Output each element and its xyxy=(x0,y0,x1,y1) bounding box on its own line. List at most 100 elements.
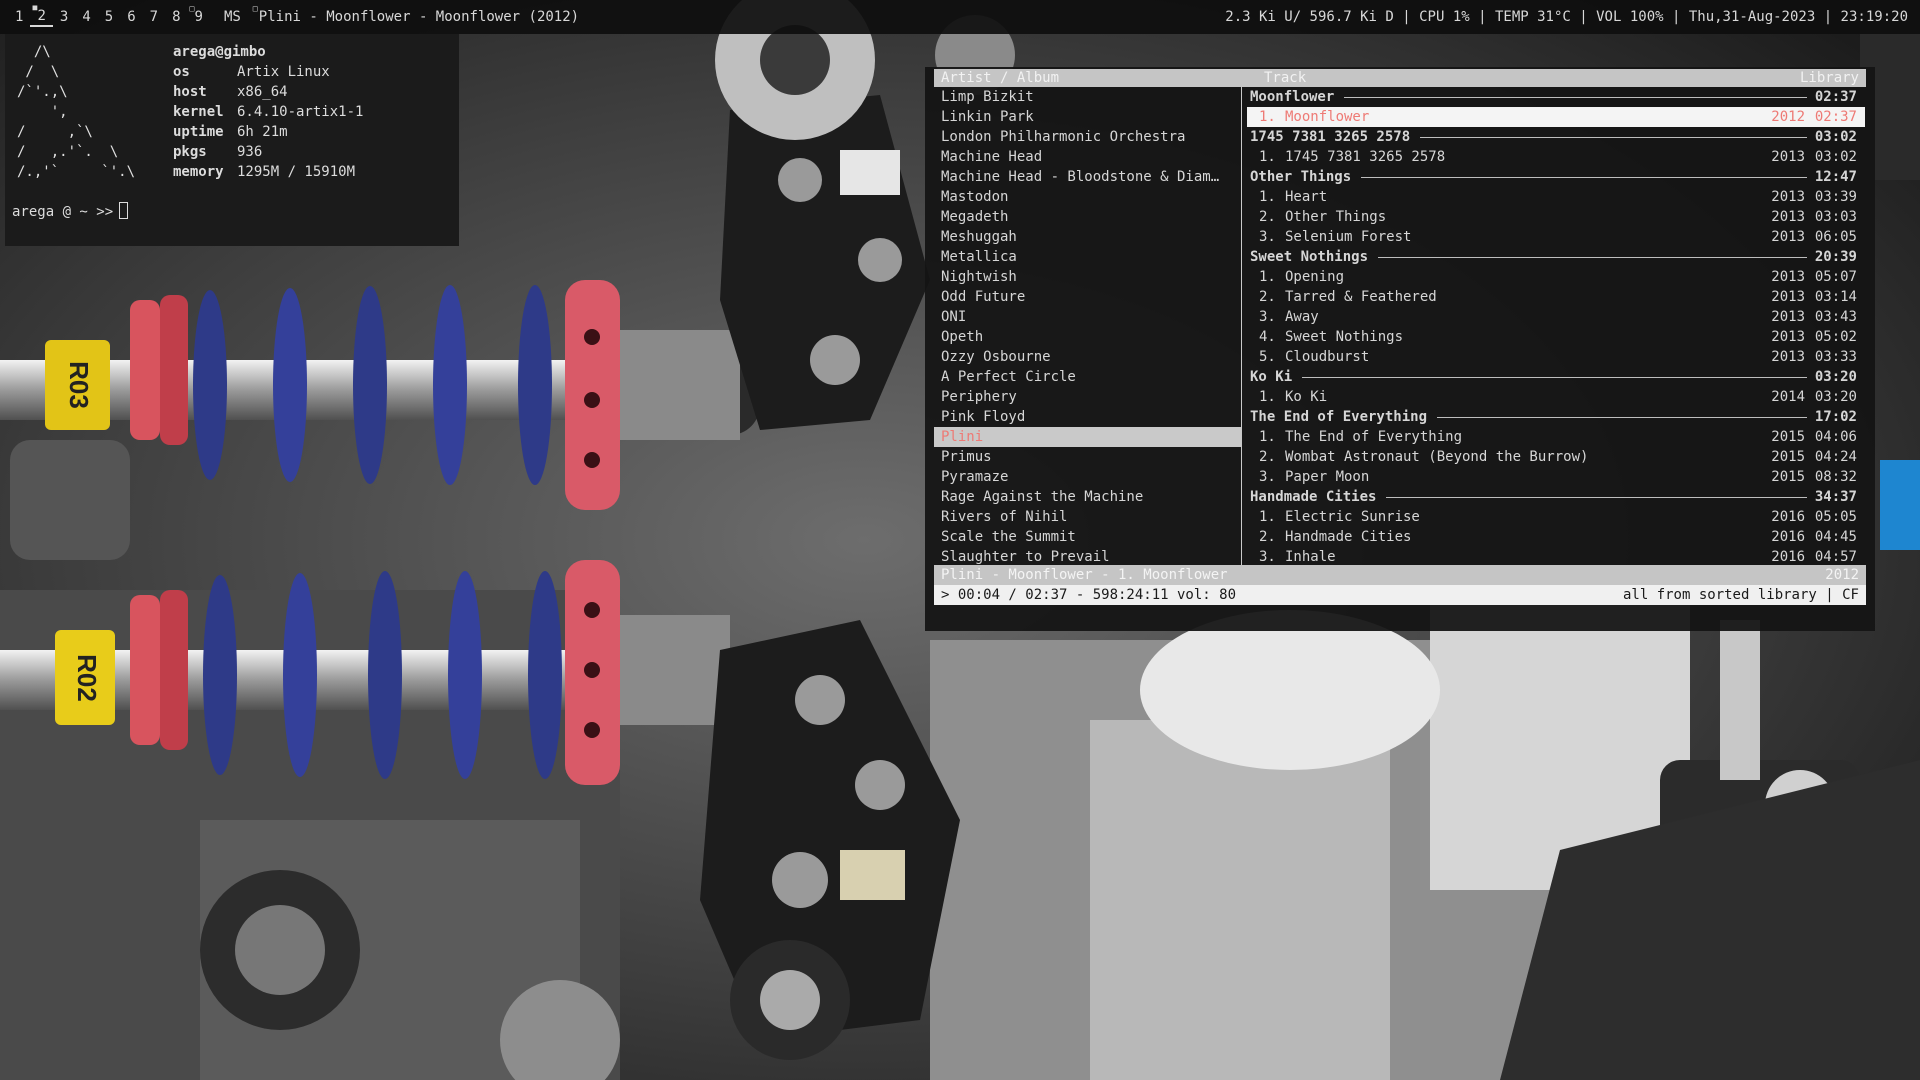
track-row[interactable]: 2. Handmade Cities 2016 04:45 xyxy=(1247,527,1865,547)
fetch-row: os Artix Linux xyxy=(173,64,330,80)
track-row[interactable]: 1. Opening 2013 05:07 xyxy=(1247,267,1865,287)
track-list[interactable]: Moonflower 02:37 1. Moonflower 2012 02:37 1745… xyxy=(1247,87,1865,567)
track-row[interactable]: 2. Wombat Astronaut (Beyond the Burrow) 20… xyxy=(1247,447,1865,467)
artist-item[interactable]: Meshuggah xyxy=(934,227,1242,247)
artist-item[interactable]: Rage Against the Machine xyxy=(934,487,1242,507)
workspace-9[interactable]: □ 9 xyxy=(188,5,210,26)
track-title: Heart xyxy=(1285,189,1328,205)
track-year: 2013 xyxy=(1771,209,1805,225)
track-year: 2012 xyxy=(1771,109,1805,125)
track-row[interactable]: 3. Paper Moon 2015 08:32 xyxy=(1247,467,1865,487)
track-year: 2016 xyxy=(1771,549,1805,565)
workspace-4[interactable]: 4 xyxy=(75,9,97,25)
track-row[interactable]: 1. Moonflower 2012 02:37 xyxy=(1247,107,1865,127)
album-duration: 03:20 xyxy=(1814,369,1857,385)
album-header-row[interactable]: Moonflower 02:37 xyxy=(1247,87,1865,107)
album-duration: 20:39 xyxy=(1814,249,1857,265)
album-header-row[interactable]: Handmade Cities 34:37 xyxy=(1247,487,1865,507)
pane-divider xyxy=(1241,87,1242,565)
workspace-5[interactable]: 5 xyxy=(98,9,120,25)
artist-item[interactable]: Odd Future xyxy=(934,287,1242,307)
track-year: 2013 xyxy=(1771,289,1805,305)
track-year: 2015 xyxy=(1771,469,1805,485)
track-row[interactable]: 5. Cloudburst 2013 03:33 xyxy=(1247,347,1865,367)
svg-text:R02: R02 xyxy=(72,654,102,702)
track-duration: 03:39 xyxy=(1814,189,1857,205)
artist-item[interactable]: Ozzy Osbourne xyxy=(934,347,1242,367)
track-row[interactable]: 1. Heart 2013 03:39 xyxy=(1247,187,1865,207)
track-row[interactable]: 1. The End of Everything 2015 04:06 xyxy=(1247,427,1865,447)
track-row[interactable]: 3. Selenium Forest 2013 06:05 xyxy=(1247,227,1865,247)
now-playing-year: 2012 xyxy=(1825,567,1859,583)
album-duration: 34:37 xyxy=(1814,489,1857,505)
album-header-row[interactable]: Sweet Nothings 20:39 xyxy=(1247,247,1865,267)
distro-ascii-logo: /\ / \ /`'.,\ ', / ,`\ / ,.'`. \ /.,'` `… xyxy=(17,44,136,180)
track-row[interactable]: 1. Electric Sunrise 2016 05:05 xyxy=(1247,507,1865,527)
artist-item[interactable]: Limp Bizkit xyxy=(934,87,1242,107)
album-header-row[interactable]: Other Things 12:47 xyxy=(1247,167,1865,187)
artist-item[interactable]: Metallica xyxy=(934,247,1242,267)
status-bar: 1 ■ 2 3 4 5 6 7 8 □ 9 MS □ Plini - Moonflow… xyxy=(0,0,1920,34)
artist-item[interactable]: Megadeth xyxy=(934,207,1242,227)
track-title: Away xyxy=(1285,309,1319,325)
artist-item[interactable]: London Philharmonic Orchestra xyxy=(934,127,1242,147)
artist-item[interactable]: A Perfect Circle xyxy=(934,367,1242,387)
workspace-3[interactable]: 3 xyxy=(53,9,75,25)
track-row[interactable]: 4. Sweet Nothings 2013 05:02 xyxy=(1247,327,1865,347)
artist-item[interactable]: Pink Floyd xyxy=(934,407,1242,427)
artist-item[interactable]: Slaughter to Prevail xyxy=(934,547,1242,567)
terminal-window[interactable]: /\ / \ /`'.,\ ', / ,`\ / ,.'`. \ /.,'` `… xyxy=(5,34,459,246)
album-separator xyxy=(1361,176,1807,178)
track-row[interactable]: 1. 1745 7381 3265 2578 2013 03:02 xyxy=(1247,147,1865,167)
artist-item[interactable]: Periphery xyxy=(934,387,1242,407)
track-number: 4. xyxy=(1259,329,1276,345)
album-title: 1745 7381 3265 2578 xyxy=(1250,129,1411,145)
track-title: Moonflower xyxy=(1285,109,1370,125)
artist-list[interactable]: Limp Bizkit Linkin Park London Philharmoni… xyxy=(934,87,1242,567)
album-separator xyxy=(1302,376,1807,378)
workspace-7[interactable]: 7 xyxy=(143,9,165,25)
library-label: Library xyxy=(1799,70,1859,86)
track-title: Paper Moon xyxy=(1285,469,1370,485)
artist-item[interactable]: Plini xyxy=(934,427,1242,447)
layout-indicator[interactable]: MS xyxy=(224,9,241,25)
text-cursor xyxy=(119,202,129,219)
track-duration: 04:57 xyxy=(1814,549,1857,565)
workspace-1[interactable]: 1 xyxy=(8,9,30,25)
album-header-row[interactable]: 1745 7381 3265 2578 03:02 xyxy=(1247,127,1865,147)
artist-item[interactable]: Rivers of Nihil xyxy=(934,507,1242,527)
shell-prompt[interactable]: arega @ ~ >> xyxy=(12,202,129,222)
artist-item[interactable]: Pyramaze xyxy=(934,467,1242,487)
track-number: 2. xyxy=(1259,209,1276,225)
fetch-row: memory 1295M / 15910M xyxy=(173,164,356,180)
artist-item[interactable]: Scale the Summit xyxy=(934,527,1242,547)
workspace-6[interactable]: 6 xyxy=(120,9,142,25)
artist-item[interactable]: ONI xyxy=(934,307,1242,327)
artist-item[interactable]: Machine Head xyxy=(934,147,1242,167)
track-number: 3. xyxy=(1259,549,1276,565)
workspace-8[interactable]: 8 xyxy=(165,9,187,25)
track-row[interactable]: 2. Other Things 2013 03:03 xyxy=(1247,207,1865,227)
artist-item[interactable]: Nightwish xyxy=(934,267,1242,287)
track-duration: 08:32 xyxy=(1814,469,1857,485)
album-title: Moonflower xyxy=(1250,89,1335,105)
artist-item[interactable]: Linkin Park xyxy=(934,107,1242,127)
album-header-row[interactable]: Ko Ki 03:20 xyxy=(1247,367,1865,387)
track-row[interactable]: 2. Tarred & Feathered 2013 03:14 xyxy=(1247,287,1865,307)
artist-item[interactable]: Machine Head - Bloodstone & Diam… xyxy=(934,167,1242,187)
artist-item[interactable]: Primus xyxy=(934,447,1242,467)
fetch-info: arega@gimbo os Artix Linux host x86_64 ker… xyxy=(173,42,363,182)
music-player-window[interactable]: Artist / Album Track Library Limp Bizkit… xyxy=(925,67,1875,631)
track-number: 2. xyxy=(1259,449,1276,465)
album-header-row[interactable]: The End of Everything 17:02 xyxy=(1247,407,1865,427)
track-row[interactable]: 1. Ko Ki 2014 03:20 xyxy=(1247,387,1865,407)
track-row[interactable]: 3. Away 2013 03:43 xyxy=(1247,307,1865,327)
artist-item[interactable]: Opeth xyxy=(934,327,1242,347)
album-separator xyxy=(1437,416,1807,418)
track-number: 1. xyxy=(1259,509,1276,525)
track-number: 2. xyxy=(1259,289,1276,305)
artist-item[interactable]: Mastodon xyxy=(934,187,1242,207)
workspace-2[interactable]: ■ 2 xyxy=(30,3,53,27)
now-playing-bar: Plini - Moonflower - 1. Moonflower 2012 xyxy=(934,565,1866,585)
track-row[interactable]: 3. Inhale 2016 04:57 xyxy=(1247,547,1865,567)
